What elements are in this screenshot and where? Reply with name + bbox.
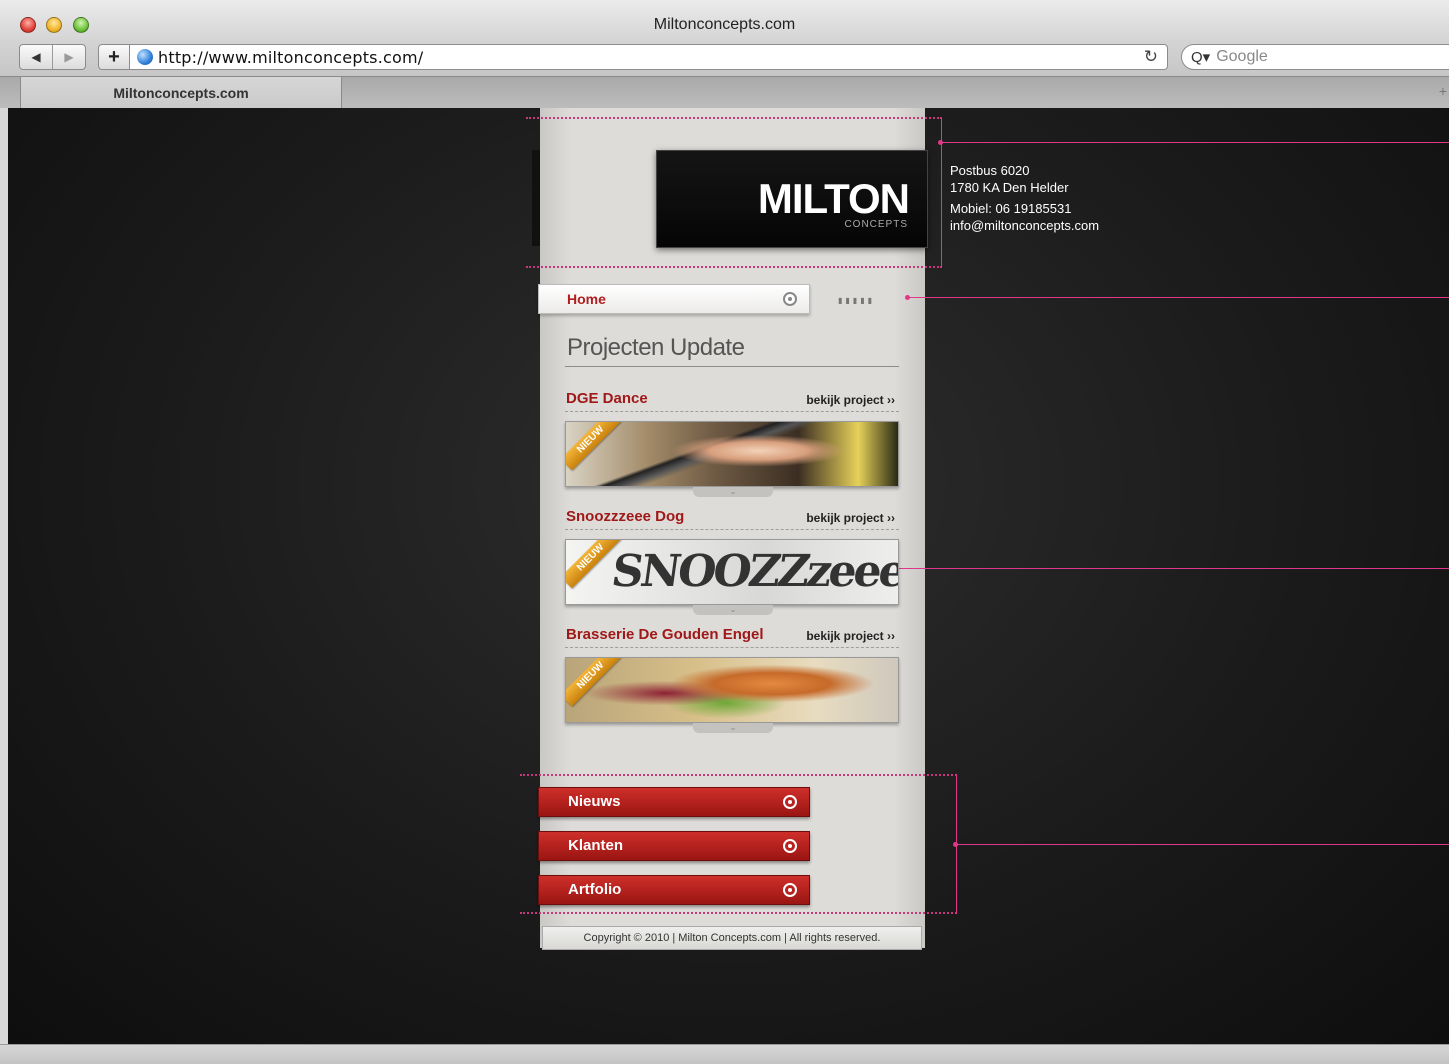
url-text[interactable]: http://www.miltonconcepts.com/ [158, 48, 423, 67]
annotation-line [942, 142, 1449, 143]
address-bar[interactable]: http://www.miltonconcepts.com/ ↻ [130, 44, 1168, 70]
search-field[interactable]: Q▾ [1181, 44, 1449, 70]
status-bar [0, 1044, 1449, 1064]
project-thumbnail[interactable]: NIEUW [565, 657, 899, 723]
annotation-dotted-line [520, 912, 957, 914]
pagination-dots: ▮▮▮▮▮ [838, 296, 876, 305]
nav-artfolio-label: Artfolio [568, 881, 622, 898]
contact-address-2: 1780 KA Den Helder [950, 180, 1069, 195]
section-title: Projecten Update [567, 334, 745, 361]
snoozzzeee-artwork: SNOOZZzeee [608, 546, 899, 597]
tab-bar: Miltonconcepts.com + [0, 76, 1449, 109]
annotation-dotted-line [526, 117, 942, 119]
project-divider [565, 647, 899, 648]
globe-icon [137, 49, 153, 65]
annotation-dot [938, 140, 943, 145]
annotation-dotted-line [520, 774, 957, 776]
circle-arrow-icon [783, 839, 797, 853]
logo-shadow [532, 150, 540, 246]
project-thumbnail[interactable]: SNOOZZzeee NIEUW [565, 539, 899, 605]
tab-miltonconcepts[interactable]: Miltonconcepts.com [20, 77, 342, 109]
nav-home-label: Home [567, 291, 606, 307]
window-title: Miltonconcepts.com [653, 16, 796, 33]
logo-subtitle: CONCEPTS [844, 219, 908, 230]
new-badge: NIEUW [566, 422, 622, 471]
circle-arrow-icon [783, 883, 797, 897]
contact-email[interactable]: info@miltonconcepts.com [950, 217, 1099, 234]
site-footer: Copyright © 2010 | Milton Concepts.com |… [542, 926, 922, 950]
history-nav: ◀ ▶ [19, 44, 86, 70]
page-viewport: MILTON CONCEPTS Postbus 6020 1780 KA Den… [8, 108, 1449, 1044]
expand-toggle[interactable]: ⌄ [693, 723, 773, 733]
annotation-dot [905, 295, 910, 300]
nav-nieuws-label: Nieuws [568, 793, 621, 810]
search-input[interactable] [1214, 47, 1435, 67]
annotation-line [908, 297, 1449, 298]
nav-nieuws-button[interactable]: Nieuws [538, 787, 810, 817]
expand-toggle[interactable]: ⌄ [693, 605, 773, 615]
project-divider [565, 411, 899, 412]
annotation-line [878, 568, 1449, 569]
circle-arrow-icon [783, 795, 797, 809]
nav-klanten-button[interactable]: Klanten [538, 831, 810, 861]
add-bookmark-button[interactable]: + [98, 44, 130, 70]
contact-address-1: Postbus 6020 [950, 163, 1030, 178]
annotation-dot [953, 842, 958, 847]
view-project-link[interactable]: bekijk project ›› [806, 511, 895, 525]
view-project-link[interactable]: bekijk project ›› [806, 393, 895, 407]
section-divider [565, 366, 899, 367]
contact-phone: Mobiel: 06 19185531 [950, 201, 1072, 216]
project-name[interactable]: Snoozzzeee Dog [566, 508, 684, 525]
window-titlebar: Miltonconcepts.com [0, 0, 1449, 44]
expand-toggle[interactable]: ⌄ [693, 487, 773, 497]
browser-toolbar: ◀ ▶ + http://www.miltonconcepts.com/ ↻ Q… [0, 40, 1449, 76]
circle-arrow-icon [783, 292, 797, 306]
new-tab-icon[interactable]: + [1439, 83, 1447, 99]
back-button[interactable]: ◀ [20, 45, 52, 69]
annotation-line [957, 844, 1449, 845]
project-thumbnail[interactable]: NIEUW [565, 421, 899, 487]
annotation-dotted-line [526, 266, 942, 268]
site-logo[interactable]: MILTON CONCEPTS [656, 150, 928, 248]
forward-button[interactable]: ▶ [52, 45, 85, 69]
project-name[interactable]: Brasserie De Gouden Engel [566, 626, 764, 643]
contact-info: Postbus 6020 1780 KA Den Helder Mobiel: … [950, 162, 1099, 234]
project-divider [565, 529, 899, 530]
view-project-link[interactable]: bekijk project ›› [806, 629, 895, 643]
new-badge: NIEUW [566, 658, 622, 707]
reload-icon[interactable]: ↻ [1144, 47, 1158, 67]
nav-home-button[interactable]: Home [538, 284, 810, 314]
nav-klanten-label: Klanten [568, 837, 624, 854]
nav-artfolio-button[interactable]: Artfolio [538, 875, 810, 905]
search-icon[interactable]: Q▾ [1191, 48, 1210, 66]
logo-wordmark: MILTON [757, 175, 910, 222]
project-name[interactable]: DGE Dance [566, 390, 648, 407]
